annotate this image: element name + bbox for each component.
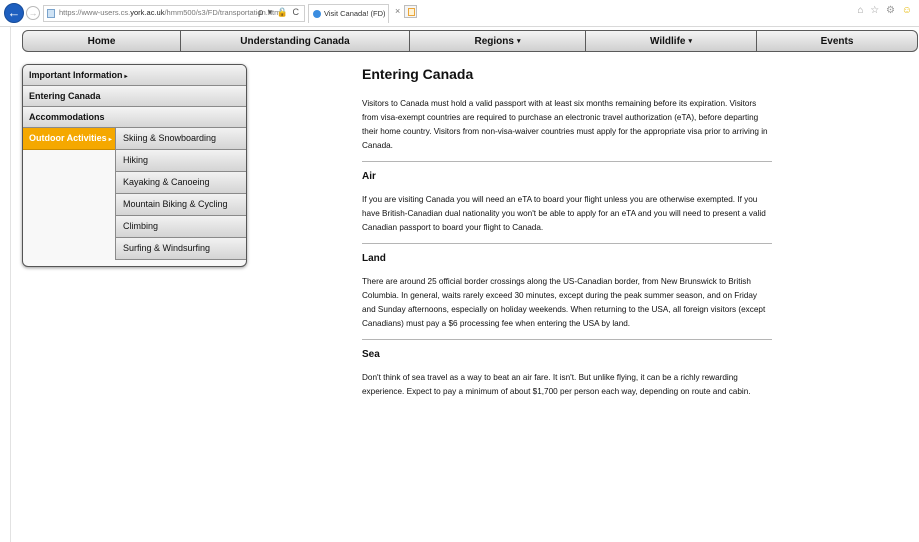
chevron-right-icon: ▸: [124, 74, 128, 80]
submenu-item-kayaking-canoeing[interactable]: Kayaking & Canoeing: [115, 172, 246, 194]
submenu-item-hiking[interactable]: Hiking: [115, 150, 246, 172]
submenu-item-label: Climbing: [123, 221, 159, 231]
nav-regions-label: Regions: [474, 35, 514, 47]
address-tools[interactable]: ρ ▾ 🔒 C: [258, 7, 300, 18]
favicon-icon: [313, 10, 321, 18]
address-url[interactable]: https://www-users.cs.york.ac.uk/hmm500/s…: [59, 8, 282, 17]
nav-understanding-canada[interactable]: Understanding Canada: [181, 31, 410, 51]
submenu-item-surfing-windsurfing[interactable]: Surfing & Windsurfing: [115, 238, 246, 260]
section-heading-land: Land: [362, 253, 386, 264]
section-text-sea: Don't think of sea travel as a way to be…: [362, 373, 751, 396]
page-icon: [47, 9, 55, 18]
browser-chrome: ← → https://www-users.cs.york.ac.uk/hmm5…: [0, 0, 919, 27]
back-arrow-icon[interactable]: ←: [4, 3, 24, 23]
window-edge: [10, 27, 11, 542]
sidebar-menu: Important Information ▸ Entering Canada A…: [22, 64, 247, 267]
browser-tab[interactable]: Visit Canada! (FD): [308, 4, 389, 23]
sidebar-item-entering-canada[interactable]: Entering Canada: [23, 86, 246, 107]
nav-home[interactable]: Home: [23, 31, 181, 51]
browser-toolbar-right: ⌂ ☆ ⚙ ☺: [857, 5, 914, 16]
address-bar[interactable]: https://www-users.cs.york.ac.uk/hmm500/s…: [43, 5, 305, 22]
main-content: Entering Canada Visitors to Canada must …: [362, 66, 772, 399]
sidebar-item-important-information[interactable]: Important Information ▸: [23, 65, 246, 86]
forward-arrow-icon[interactable]: →: [26, 6, 40, 20]
nav-events-label: Events: [820, 35, 854, 47]
submenu-item-label: Skiing & Snowboarding: [123, 133, 217, 143]
settings-gear-icon[interactable]: ⚙: [886, 5, 897, 16]
sidebar-item-label: Important Information: [29, 70, 123, 80]
divider: [362, 339, 772, 340]
sidebar-item-label: Accommodations: [29, 112, 105, 122]
tab-title: Visit Canada! (FD): [324, 9, 386, 18]
url-prefix: https://www-users.cs.: [59, 8, 131, 17]
chevron-down-icon: ▾: [688, 38, 692, 45]
close-tab-icon[interactable]: ×: [395, 6, 400, 16]
page-title: Entering Canada: [362, 66, 474, 82]
section-text-air: If you are visiting Canada you will need…: [362, 195, 766, 232]
sidebar-item-label: Entering Canada: [29, 91, 101, 101]
section-text-land: There are around 25 official border cros…: [362, 277, 766, 328]
chevron-down-icon: ▾: [516, 38, 521, 45]
home-icon[interactable]: ⌂: [857, 5, 865, 16]
chevron-right-icon: ▸: [108, 137, 112, 143]
submenu-item-skiing-snowboarding[interactable]: Skiing & Snowboarding: [115, 128, 246, 150]
new-tab-icon[interactable]: [404, 5, 417, 18]
divider: [362, 243, 772, 244]
nav-events[interactable]: Events: [757, 31, 917, 51]
sidebar-item-label: Outdoor Activities: [29, 133, 107, 143]
nav-wildlife-label: Wildlife: [650, 35, 686, 47]
submenu-item-label: Kayaking & Canoeing: [123, 177, 210, 187]
intro-paragraph: Visitors to Canada must hold a valid pas…: [362, 99, 768, 150]
section-heading-sea: Sea: [362, 349, 380, 360]
submenu-item-label: Mountain Biking & Cycling: [123, 199, 228, 209]
sidebar-item-accommodations[interactable]: Accommodations: [23, 107, 246, 128]
submenu-item-label: Surfing & Windsurfing: [123, 243, 211, 253]
submenu-item-label: Hiking: [123, 155, 149, 165]
smiley-icon[interactable]: ☺: [902, 5, 914, 16]
top-navigation: Home Understanding Canada Regions ▾ Wildl…: [22, 30, 918, 52]
sidebar-item-outdoor-activities[interactable]: Outdoor Activities ▸: [23, 128, 115, 150]
nav-regions[interactable]: Regions ▾: [410, 31, 586, 51]
nav-home-label: Home: [87, 35, 116, 47]
favorites-star-icon[interactable]: ☆: [870, 5, 881, 16]
url-domain: york.ac.uk: [130, 8, 165, 17]
nav-wildlife[interactable]: Wildlife ▾: [586, 31, 757, 51]
nav-understanding-canada-label: Understanding Canada: [240, 35, 350, 47]
divider: [362, 161, 772, 162]
section-heading-air: Air: [362, 171, 376, 182]
submenu-item-mountain-biking-cycling[interactable]: Mountain Biking & Cycling: [115, 194, 246, 216]
submenu-item-climbing[interactable]: Climbing: [115, 216, 246, 238]
